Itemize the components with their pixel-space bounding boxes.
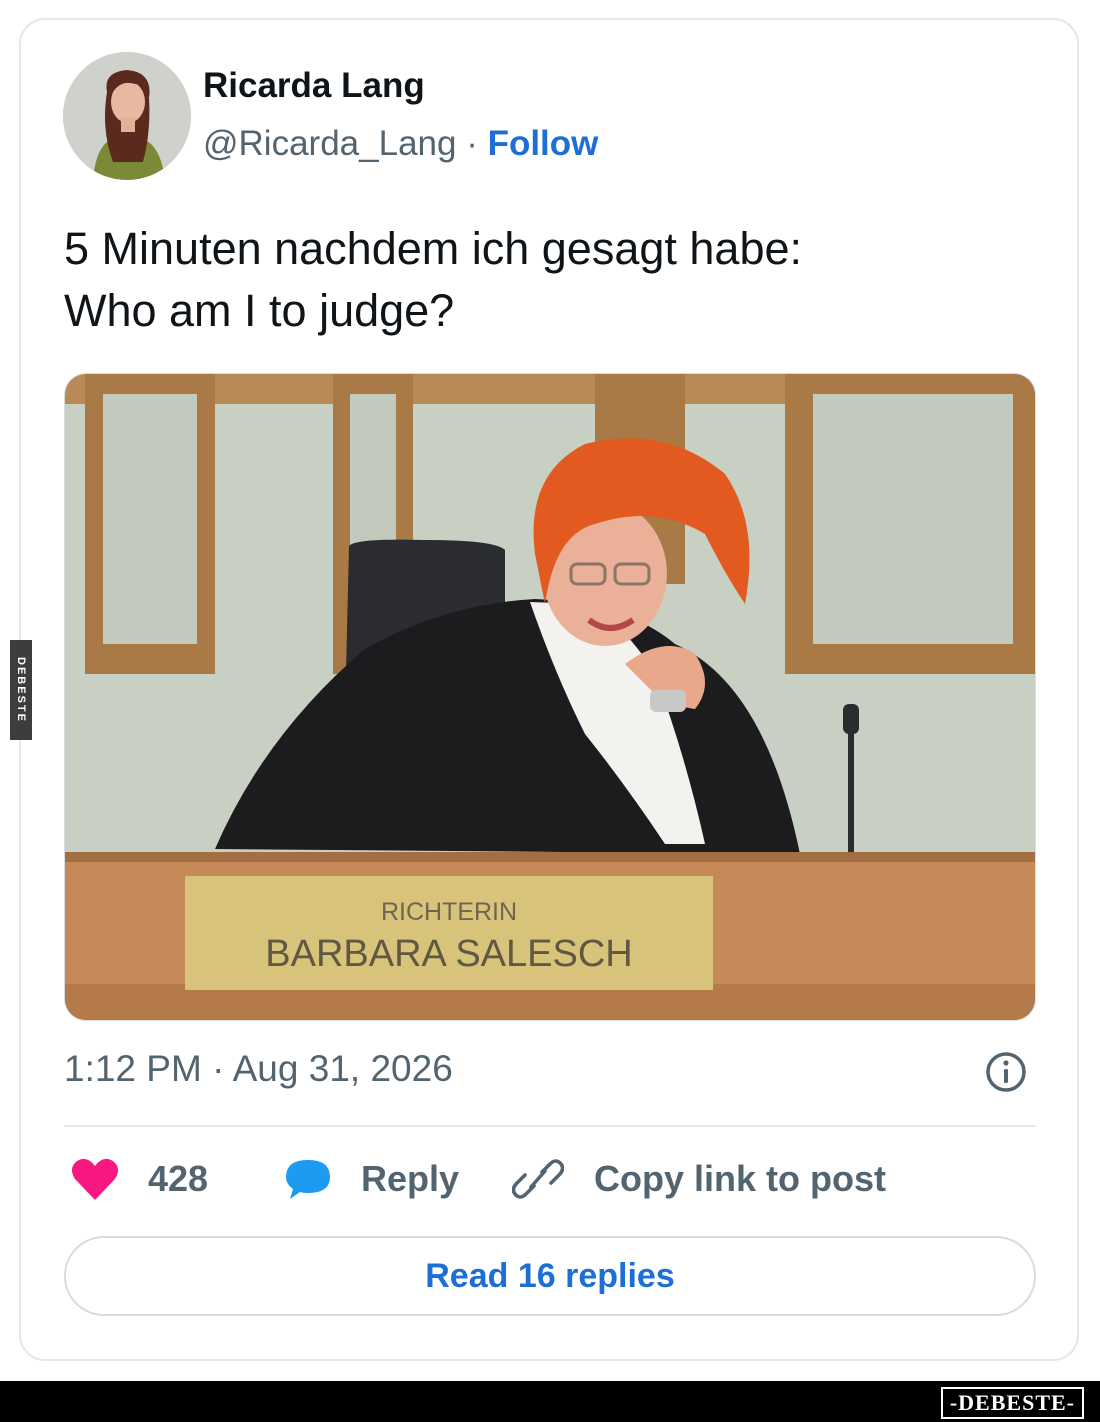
tweet-text: 5 Minuten nachdem ich gesagt habe: Who a… — [64, 218, 1024, 342]
author-name[interactable]: Ricarda Lang — [203, 66, 425, 106]
author-handle-line: @Ricarda_Lang · Follow — [203, 124, 598, 164]
reply-label: Reply — [361, 1158, 460, 1199]
tweet-text-line: 5 Minuten nachdem ich gesagt habe: — [64, 223, 802, 274]
tweet-image[interactable]: RICHTERIN BARBARA SALESCH — [64, 373, 1036, 1021]
read-replies-button[interactable]: Read 16 replies — [64, 1236, 1036, 1316]
copy-link-label: Copy link to post — [594, 1158, 886, 1199]
side-watermark: DEBESTE — [10, 640, 32, 740]
avatar-photo — [63, 52, 191, 180]
info-icon[interactable] — [984, 1050, 1028, 1094]
bottom-bar: -DEBESTE- — [0, 1381, 1100, 1422]
reply-bubble-icon — [286, 1160, 330, 1199]
link-icon — [512, 1159, 564, 1199]
follow-button[interactable]: Follow — [488, 124, 599, 163]
nameplate-title: RICHTERIN — [381, 898, 517, 926]
nameplate-name: BARBARA SALESCH — [265, 933, 632, 975]
author-avatar[interactable] — [63, 52, 191, 180]
tweet-timestamp[interactable]: 1:12 PM · Aug 31, 2026 — [64, 1048, 453, 1090]
divider — [64, 1125, 1036, 1127]
heart-icon — [71, 1158, 119, 1200]
side-watermark-text: DEBESTE — [15, 657, 27, 723]
handle-separator: · — [456, 124, 488, 163]
copy-link-button[interactable]: Copy link to post — [512, 1152, 886, 1206]
tweet-text-line: Who am I to judge? — [64, 285, 455, 336]
courtroom-photo: RICHTERIN BARBARA SALESCH — [65, 374, 1035, 1020]
watermark-logo: -DEBESTE- — [940, 1387, 1084, 1419]
author-handle[interactable]: @Ricarda_Lang — [203, 124, 456, 163]
like-button[interactable]: 428 — [70, 1152, 208, 1206]
reply-button[interactable]: Reply — [283, 1152, 459, 1206]
like-count: 428 — [148, 1158, 209, 1199]
